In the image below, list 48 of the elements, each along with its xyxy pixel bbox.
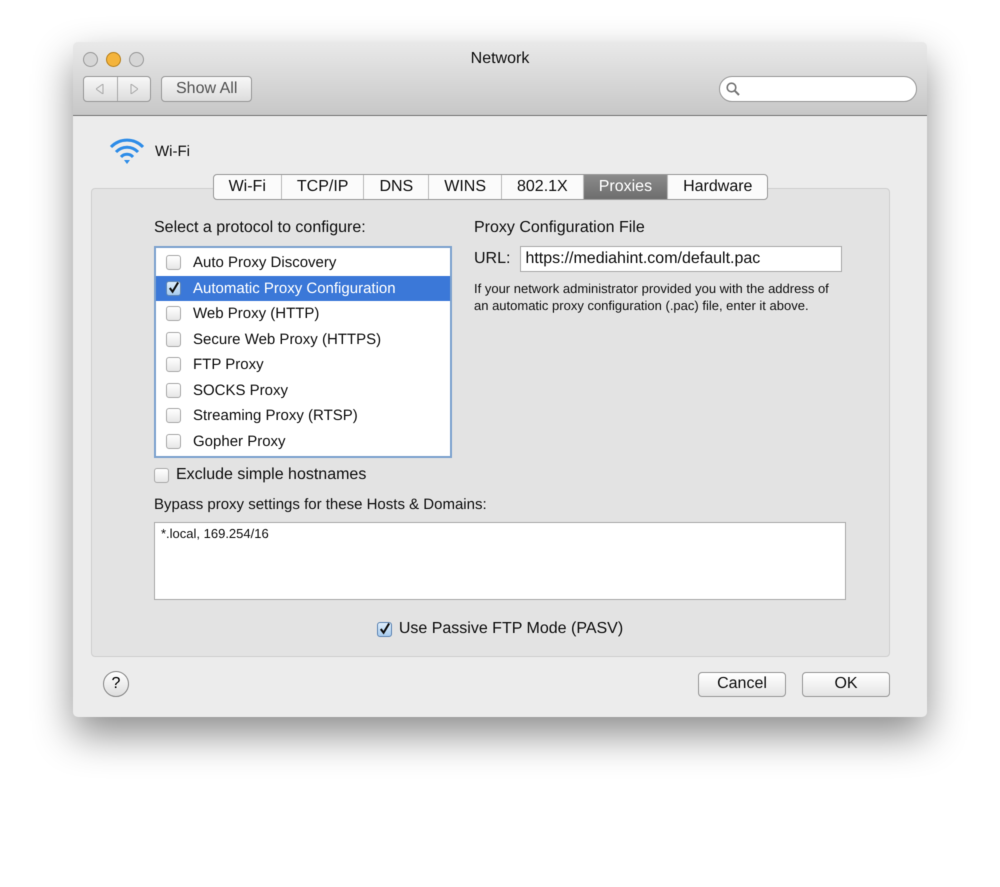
protocol-item[interactable]: Streaming Proxy (RTSP): [156, 403, 450, 428]
checkbox[interactable]: [376, 622, 392, 636]
show-all-button[interactable]: Show All: [161, 76, 252, 102]
bypass-label: Bypass proxy settings for these Hosts & Domains:: [154, 496, 488, 513]
url-field[interactable]: https://mediahint.com/default.pac: [520, 246, 842, 272]
tab[interactable]: TCP/IP: [280, 175, 364, 199]
search-icon: [726, 82, 740, 96]
config-file-heading: Proxy Configuration File: [474, 219, 646, 237]
checkbox[interactable]: [166, 408, 181, 424]
back-arrow-icon[interactable]: [96, 84, 104, 94]
checkbox[interactable]: [166, 306, 181, 322]
tab[interactable]: Proxies: [582, 175, 668, 199]
protocol-item[interactable]: SOCKS Proxy: [156, 378, 450, 403]
close-button[interactable]: [83, 52, 98, 67]
protocol-item[interactable]: Web Proxy (HTTP): [156, 301, 450, 326]
bypass-field[interactable]: *.local, 169.254/16: [154, 522, 846, 600]
dialog-button[interactable]: OK: [802, 672, 890, 696]
checkbox[interactable]: [166, 382, 181, 398]
back-forward-control[interactable]: [83, 76, 151, 102]
checkbox[interactable]: [166, 255, 181, 270]
service-name: Wi-Fi: [155, 142, 190, 160]
tab[interactable]: DNS: [363, 175, 428, 199]
tab[interactable]: Hardware: [667, 175, 768, 199]
dialog-button[interactable]: Cancel: [698, 672, 786, 696]
passive-ftp-label: Use Passive FTP Mode (PASV): [398, 620, 624, 638]
checkbox[interactable]: [166, 280, 181, 296]
tab[interactable]: WINS: [428, 175, 501, 199]
checkbox[interactable]: [154, 468, 169, 482]
minimize-button[interactable]: [106, 52, 121, 67]
search-field[interactable]: [719, 76, 917, 102]
protocol-heading: Select a protocol to configure:: [154, 219, 367, 237]
tab[interactable]: Wi-Fi: [214, 175, 281, 199]
protocol-item[interactable]: Auto Proxy Discovery: [156, 250, 450, 276]
help-text: If your network administrator provided you with the address of an automatic proxy configuration (.pac) file, enter it above.: [474, 280, 830, 314]
protocol-item[interactable]: Secure Web Proxy (HTTPS): [156, 326, 450, 352]
forward-arrow-icon[interactable]: [130, 84, 138, 94]
checkbox[interactable]: [166, 332, 181, 347]
checkbox[interactable]: [166, 357, 181, 372]
zoom-button[interactable]: [129, 52, 144, 67]
checkbox[interactable]: [166, 434, 181, 449]
exclude-hostnames-label: Exclude simple hostnames: [176, 466, 366, 484]
protocol-item[interactable]: FTP Proxy: [156, 352, 450, 378]
window-title: Network: [470, 50, 530, 67]
wifi-icon: [109, 138, 145, 164]
url-label: URL:: [474, 250, 510, 268]
help-button[interactable]: ?: [103, 671, 129, 697]
protocol-item[interactable]: Automatic Proxy Configuration: [156, 276, 450, 301]
protocol-item[interactable]: Gopher Proxy: [156, 428, 450, 454]
